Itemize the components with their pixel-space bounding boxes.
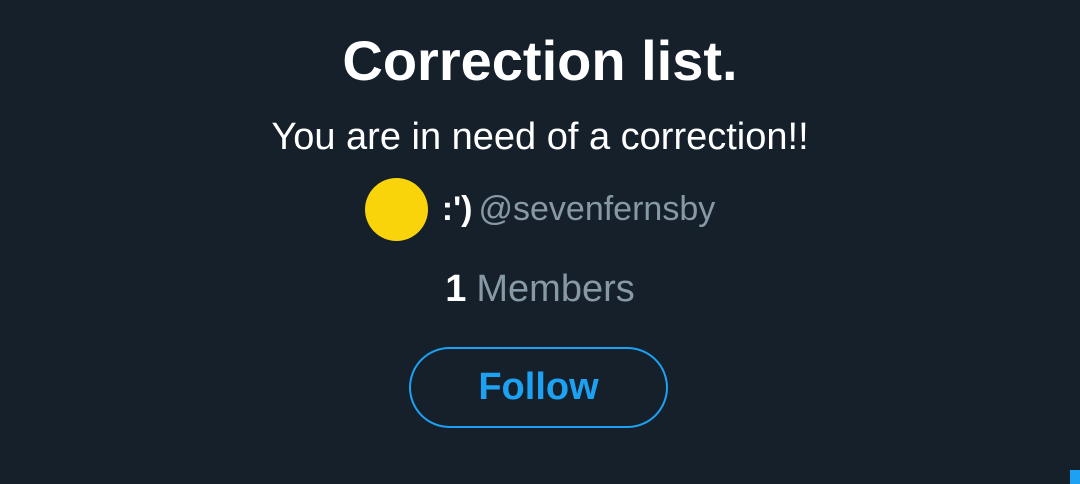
owner-display-name[interactable]: :') <box>442 190 473 229</box>
members-link[interactable]: 1 Members <box>0 266 1080 312</box>
list-owner[interactable]: :') @sevenfernsby <box>0 177 1080 241</box>
list-title: Correction list. <box>342 29 738 92</box>
avatar[interactable] <box>364 177 428 241</box>
owner-handle[interactable]: @sevenfernsby <box>478 190 715 229</box>
list-description: You are in need of a correction!! <box>271 116 809 158</box>
scroll-indicator <box>1070 470 1080 484</box>
list-header: Correction list. You are in need of a co… <box>0 0 1080 484</box>
follow-button[interactable]: Follow <box>409 347 668 428</box>
member-count: 1 <box>445 268 467 310</box>
member-label: Members <box>476 268 635 310</box>
